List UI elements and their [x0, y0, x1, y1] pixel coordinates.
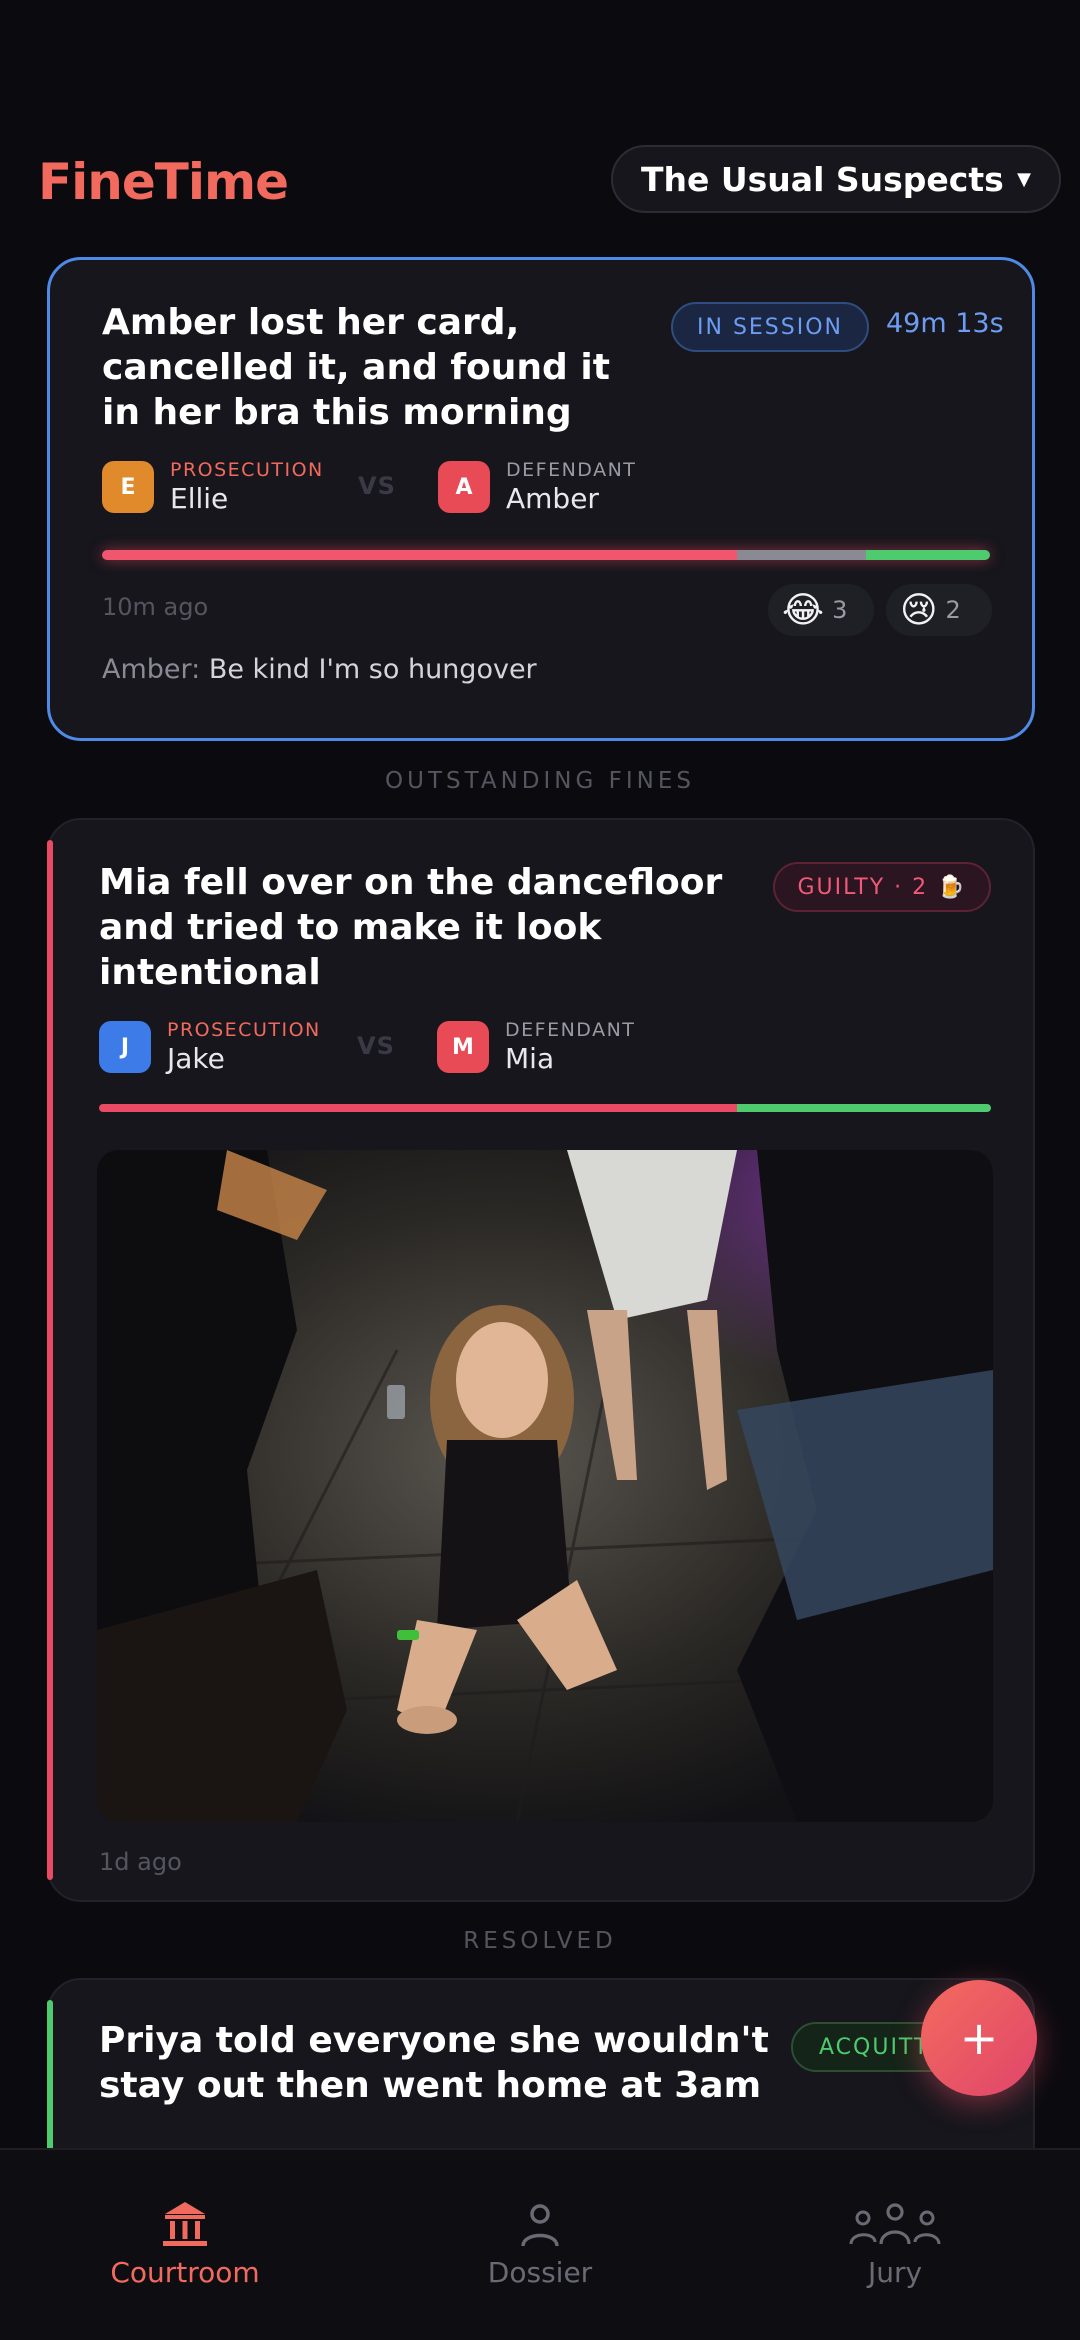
defendant-label: DEFENDANT	[506, 459, 637, 481]
bottom-nav: Courtroom Dossier Jury	[0, 2148, 1080, 2340]
case-title: Mia fell over on the dancefloor and trie…	[99, 860, 722, 995]
defendant-name: Mia	[505, 1042, 555, 1075]
defendant-party[interactable]: A DEFENDANT Amber	[438, 458, 636, 516]
vote-bar	[99, 1104, 991, 1112]
vote-bar-guilty	[99, 1104, 737, 1112]
latest-comment: Amber: Be kind I'm so hungover	[102, 654, 537, 685]
case-title: Amber lost her card, cancelled it, and f…	[102, 300, 610, 435]
reaction-count: 3	[832, 596, 848, 624]
prosecution-party[interactable]: J PROSECUTION Jake	[99, 1018, 321, 1076]
courthouse-icon	[65, 2194, 305, 2248]
avatar: J	[99, 1021, 151, 1073]
session-timer: 49m 13s	[886, 308, 1004, 339]
crying-emoji-icon: 😢	[900, 589, 938, 631]
avatar: M	[437, 1021, 489, 1073]
defendant-party[interactable]: M DEFENDANT Mia	[437, 1018, 635, 1076]
section-header-resolved: RESOLVED	[463, 1928, 617, 1954]
laughing-emoji-icon: 😂	[782, 589, 825, 631]
case-title-line: intentional	[99, 952, 321, 993]
status-badge: IN SESSION	[671, 302, 869, 352]
prosecution-party[interactable]: E PROSECUTION Ellie	[102, 458, 324, 516]
case-title-line: Mia fell over on the dancefloor	[99, 862, 723, 903]
app-logo: FineTime	[38, 153, 289, 211]
defendant-name: Amber	[506, 482, 599, 515]
time-ago: 1d ago	[99, 1848, 182, 1876]
time-ago: 10m ago	[102, 593, 209, 621]
comment-author: Amber:	[102, 654, 201, 685]
nav-label: Jury	[867, 2256, 923, 2289]
dancefloor-photo-illustration	[97, 1150, 993, 1822]
vote-bar	[102, 550, 990, 560]
evidence-photo[interactable]	[97, 1150, 993, 1822]
vote-bar-abstain	[736, 550, 866, 560]
avatar: E	[102, 461, 154, 513]
case-title-line: Priya told everyone she wouldn't	[99, 2020, 769, 2061]
case-card-in-session[interactable]: Amber lost her card, cancelled it, and f…	[47, 257, 1035, 741]
group-selector[interactable]: The Usual Suspects ▼	[611, 145, 1061, 213]
case-title: Priya told everyone she wouldn't stay ou…	[99, 2018, 769, 2108]
prosecution-label: PROSECUTION	[167, 1019, 321, 1041]
case-title-line: Amber lost her card,	[102, 302, 520, 343]
comment-text: Be kind I'm so hungover	[208, 654, 537, 685]
nav-courtroom[interactable]: Courtroom	[65, 2194, 305, 2289]
versus-label: VS	[358, 472, 396, 500]
reaction-laugh[interactable]: 😂 3	[768, 584, 874, 636]
reaction-cry[interactable]: 😢 2	[886, 584, 992, 636]
case-card-guilty[interactable]: Mia fell over on the dancefloor and trie…	[47, 818, 1035, 1902]
case-title-line: and tried to make it look	[99, 907, 602, 948]
nav-dossier[interactable]: Dossier	[420, 2194, 660, 2289]
defendant-label: DEFENDANT	[505, 1019, 636, 1041]
prosecution-name: Jake	[167, 1042, 225, 1075]
verdict-badge: GUILTY · 2 🍺	[773, 862, 991, 912]
nav-label: Dossier	[487, 2256, 593, 2289]
prosecution-label: PROSECUTION	[170, 459, 324, 481]
group-icon	[775, 2194, 1015, 2248]
vote-bar-acquit	[736, 1104, 991, 1112]
reaction-count: 2	[945, 596, 961, 624]
app-header: FineTime The Usual Suspects ▼	[0, 145, 1080, 220]
section-header-outstanding: OUTSTANDING FINES	[385, 768, 695, 794]
nav-jury[interactable]: Jury	[775, 2194, 1015, 2289]
prosecution-name: Ellie	[170, 482, 229, 515]
vote-bar-acquit	[865, 550, 990, 560]
group-selector-label: The Usual Suspects	[641, 159, 1004, 199]
caret-down-icon: ▼	[1017, 169, 1031, 190]
case-title-line: cancelled it, and found it	[102, 347, 610, 388]
new-case-button[interactable]: +	[921, 1980, 1037, 2096]
nav-label: Courtroom	[110, 2256, 260, 2289]
vote-bar-guilty	[102, 550, 737, 560]
case-title-line: in her bra this morning	[102, 392, 572, 433]
avatar: A	[438, 461, 490, 513]
case-title-line: stay out then went home at 3am	[99, 2065, 762, 2106]
versus-label: VS	[357, 1032, 395, 1060]
person-icon	[420, 2194, 660, 2248]
